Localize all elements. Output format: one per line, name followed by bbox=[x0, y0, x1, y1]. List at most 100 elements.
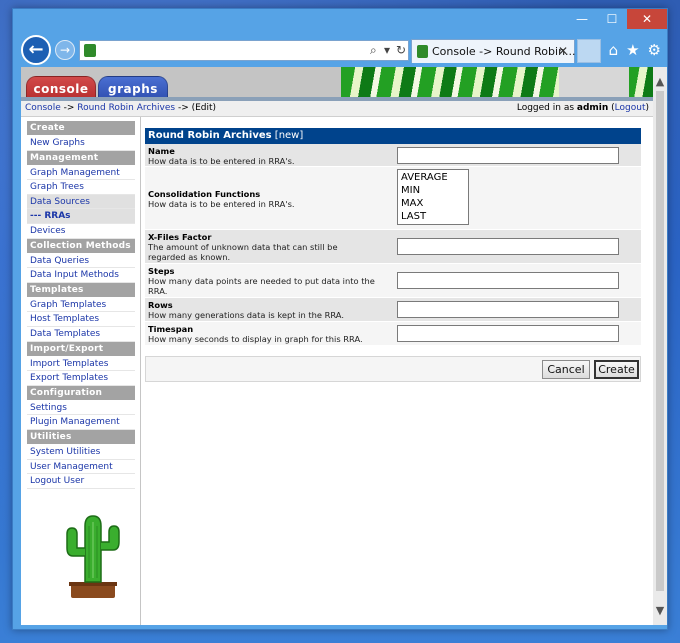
menu-host-templates[interactable]: Host Templates bbox=[27, 312, 135, 327]
menu-head-import-export: Import/Export bbox=[27, 341, 135, 356]
field-title: Name bbox=[148, 146, 175, 156]
page-title-tag: [new] bbox=[271, 130, 304, 141]
favorites-star-icon[interactable]: ★ bbox=[626, 41, 639, 59]
listbox-option[interactable]: MIN bbox=[401, 184, 465, 197]
console-menu: Create New Graphs Management Graph Manag… bbox=[27, 121, 135, 489]
field-title: Timespan bbox=[148, 324, 194, 334]
field-description: How many seconds to display in graph for… bbox=[148, 334, 363, 344]
scrollbar-thumb[interactable] bbox=[656, 91, 664, 591]
logout-link[interactable]: Logout bbox=[615, 103, 646, 113]
menu-graph-trees[interactable]: Graph Trees bbox=[27, 180, 135, 195]
field-description: How data is to be entered in RRA's. bbox=[148, 199, 295, 209]
maximize-button[interactable]: ☐ bbox=[597, 9, 627, 29]
field-row-name: Name How data is to be entered in RRA's. bbox=[145, 144, 641, 167]
page-viewport: console graphs Console -> Round Robin Ar… bbox=[21, 67, 653, 625]
vertical-scrollbar[interactable]: ▲ ▼ bbox=[653, 67, 667, 625]
menu-export-templates[interactable]: Export Templates bbox=[27, 371, 135, 386]
page-title: Round Robin Archives bbox=[148, 130, 272, 141]
breadcrumb-rra-link[interactable]: Round Robin Archives bbox=[77, 103, 175, 113]
refresh-icon[interactable]: ↻ bbox=[396, 43, 406, 57]
menu-plugin-management[interactable]: Plugin Management bbox=[27, 415, 135, 430]
menu-head-configuration: Configuration bbox=[27, 385, 135, 400]
scroll-up-icon[interactable]: ▲ bbox=[653, 75, 667, 88]
login-status: Logged in as admin (Logout) bbox=[517, 103, 649, 113]
field-row-xff: X-Files Factor The amount of unknown dat… bbox=[145, 230, 641, 264]
cactus-banner-art bbox=[341, 67, 653, 101]
breadcrumb-edit: -> (Edit) bbox=[175, 103, 217, 113]
field-title: Rows bbox=[148, 300, 173, 310]
breadcrumb-bar: Console -> Round Robin Archives -> (Edit… bbox=[21, 101, 653, 117]
field-label-timespan: Timespan How many seconds to display in … bbox=[148, 324, 363, 344]
new-tab-button[interactable] bbox=[577, 39, 601, 63]
login-paren-close: ) bbox=[645, 103, 649, 113]
menu-head-create: Create bbox=[27, 121, 135, 135]
name-input[interactable] bbox=[397, 147, 619, 164]
field-label-xff: X-Files Factor The amount of unknown dat… bbox=[148, 232, 368, 262]
field-label-name: Name How data is to be entered in RRA's. bbox=[148, 146, 295, 166]
menu-data-queries[interactable]: Data Queries bbox=[27, 254, 135, 269]
menu-graph-management[interactable]: Graph Management bbox=[27, 166, 135, 181]
breadcrumb-separator: -> bbox=[60, 103, 78, 113]
rows-input[interactable] bbox=[397, 301, 619, 318]
menu-head-utilities: Utilities bbox=[27, 429, 135, 444]
menu-new-graphs[interactable]: New Graphs bbox=[27, 136, 135, 151]
toolbar-icons: ⌂ ★ ⚙ bbox=[609, 41, 661, 59]
field-row-timespan: Timespan How many seconds to display in … bbox=[145, 322, 641, 346]
field-description: How many generations data is kept in the… bbox=[148, 310, 344, 320]
listbox-option[interactable]: MAX bbox=[401, 197, 465, 210]
scroll-down-icon[interactable]: ▼ bbox=[653, 604, 667, 617]
timespan-input[interactable] bbox=[397, 325, 619, 342]
create-button[interactable]: Create bbox=[594, 360, 639, 379]
field-description: How data is to be entered in RRA's. bbox=[148, 156, 295, 166]
back-arrow-icon[interactable]: ← bbox=[21, 35, 51, 65]
form-header: Round Robin Archives [new] bbox=[145, 128, 641, 144]
listbox-option[interactable]: AVERAGE bbox=[401, 171, 465, 184]
browser-tab-active[interactable]: Console -> Round Robin... ✕ bbox=[411, 39, 576, 63]
tab-close-icon[interactable]: ✕ bbox=[558, 44, 568, 58]
tab-title: Console -> Round Robin... bbox=[432, 45, 576, 58]
menu-rras[interactable]: --- RRAs bbox=[27, 209, 135, 224]
field-row-consolidation: Consolidation Functions How data is to b… bbox=[145, 167, 641, 230]
menu-logout-user[interactable]: Logout User bbox=[27, 474, 135, 489]
field-label-consolidation: Consolidation Functions How data is to b… bbox=[148, 189, 295, 209]
cactus-logo-icon bbox=[66, 515, 120, 598]
menu-data-sources[interactable]: Data Sources bbox=[27, 194, 135, 210]
steps-input[interactable] bbox=[397, 272, 619, 289]
menu-graph-templates[interactable]: Graph Templates bbox=[27, 298, 135, 313]
cacti-favicon-icon bbox=[84, 44, 96, 57]
xff-input[interactable] bbox=[397, 238, 619, 255]
minimize-button[interactable]: — bbox=[567, 9, 597, 29]
menu-settings[interactable]: Settings bbox=[27, 401, 135, 416]
menu-head-management: Management bbox=[27, 150, 135, 165]
forward-arrow-icon[interactable]: → bbox=[55, 40, 75, 60]
breadcrumb: Console -> Round Robin Archives -> (Edit… bbox=[25, 103, 216, 113]
close-window-button[interactable]: ✕ bbox=[627, 9, 667, 29]
form-button-bar: Cancel Create bbox=[145, 356, 641, 382]
menu-import-templates[interactable]: Import Templates bbox=[27, 357, 135, 372]
window-controls: — ☐ ✕ bbox=[567, 9, 667, 31]
menu-data-input-methods[interactable]: Data Input Methods bbox=[27, 268, 135, 283]
browser-window: — ☐ ✕ ← → ⌕ ▾ ↻ Console -> Round Robin..… bbox=[12, 8, 668, 630]
login-user: admin bbox=[576, 103, 609, 113]
dropdown-arrow-icon[interactable]: ▾ bbox=[384, 43, 390, 57]
home-icon[interactable]: ⌂ bbox=[609, 41, 619, 59]
cancel-button[interactable]: Cancel bbox=[542, 360, 590, 379]
address-bar[interactable]: ⌕ ▾ ↻ bbox=[79, 40, 409, 61]
field-description: The amount of unknown data that can stil… bbox=[148, 242, 338, 262]
search-icon[interactable]: ⌕ bbox=[370, 43, 377, 58]
menu-user-management[interactable]: User Management bbox=[27, 460, 135, 475]
consolidation-functions-listbox[interactable]: AVERAGE MIN MAX LAST bbox=[397, 169, 469, 225]
cacti-header: console graphs bbox=[21, 67, 653, 101]
cacti-tab-favicon-icon bbox=[417, 45, 428, 58]
field-description: How many data points are needed to put d… bbox=[148, 276, 375, 296]
menu-data-templates[interactable]: Data Templates bbox=[27, 327, 135, 342]
field-title: X-Files Factor bbox=[148, 232, 212, 242]
login-prefix: Logged in as bbox=[516, 103, 577, 113]
listbox-option[interactable]: LAST bbox=[401, 210, 465, 223]
field-row-rows: Rows How many generations data is kept i… bbox=[145, 298, 641, 322]
menu-system-utilities[interactable]: System Utilities bbox=[27, 445, 135, 460]
menu-devices[interactable]: Devices bbox=[27, 224, 135, 239]
field-row-steps: Steps How many data points are needed to… bbox=[145, 264, 641, 298]
settings-gear-icon[interactable]: ⚙ bbox=[648, 41, 661, 59]
breadcrumb-console-link[interactable]: Console bbox=[25, 103, 61, 113]
